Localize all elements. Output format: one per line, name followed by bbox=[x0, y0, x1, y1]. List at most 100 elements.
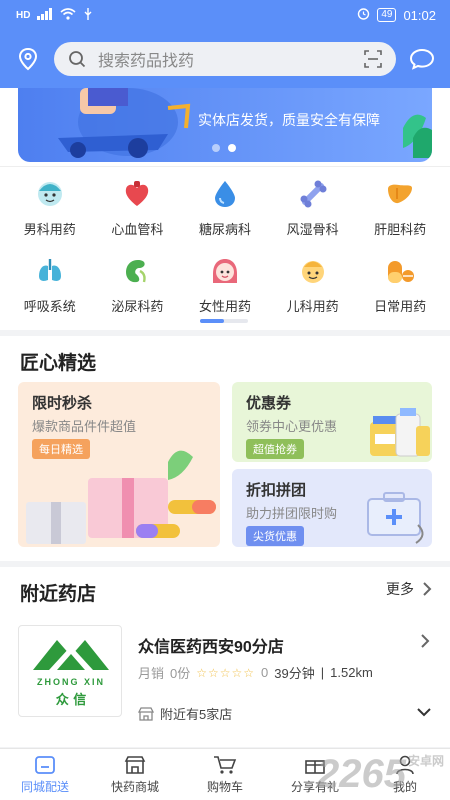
category-label: 风湿骨科 bbox=[286, 222, 339, 237]
card-title: 折扣拼团 bbox=[246, 482, 307, 499]
store-arrow[interactable] bbox=[420, 633, 430, 654]
store-name: 众信医药西安90分店 bbox=[138, 639, 284, 656]
banner-dot-active[interactable] bbox=[228, 144, 236, 152]
woman-face-icon bbox=[208, 254, 242, 288]
tab-label: 快药商城 bbox=[110, 779, 159, 794]
store-icon bbox=[124, 755, 146, 774]
category-cardiology[interactable]: 心血管科 bbox=[95, 167, 179, 238]
category-hepatobiliary[interactable]: 肝胆科药 bbox=[358, 167, 442, 238]
zhongxin-logo-icon: ZHONG XIN 众 信 bbox=[33, 640, 109, 708]
category-label: 心血管科 bbox=[111, 222, 164, 237]
rating-stars-icon: ☆☆☆☆☆ bbox=[196, 665, 256, 680]
store-distance: 1.52km bbox=[330, 665, 373, 680]
sales-label: 月销 bbox=[138, 666, 165, 681]
category-rheumatology[interactable]: 风湿骨科 bbox=[271, 167, 355, 238]
clock: 01:02 bbox=[403, 7, 436, 23]
search-placeholder: 搜索药品找药 bbox=[98, 53, 195, 70]
category-womens-health[interactable]: 女性用药 bbox=[183, 244, 267, 315]
watermark: 2265 安卓网 bbox=[317, 752, 444, 797]
tab-label: 同城配送 bbox=[20, 779, 69, 794]
category-daily-medicine[interactable]: 日常用药 bbox=[358, 244, 442, 315]
location-pin-icon bbox=[18, 47, 38, 71]
home-icon bbox=[35, 755, 55, 774]
network-label: HD bbox=[16, 9, 31, 21]
heart-icon bbox=[120, 177, 154, 211]
location-button[interactable] bbox=[12, 43, 44, 75]
more-label: 更多 bbox=[386, 581, 414, 597]
category-label: 泌尿科药 bbox=[111, 299, 164, 314]
section-title: 附近药店 bbox=[20, 584, 97, 605]
search-icon bbox=[69, 51, 86, 68]
alarm-icon bbox=[357, 7, 370, 23]
battery-level: 49 bbox=[377, 8, 397, 22]
watermark-text: 2265 bbox=[317, 752, 406, 796]
category-label: 日常用药 bbox=[374, 299, 427, 314]
nearby-stores-row[interactable]: 附近有5家店 bbox=[138, 704, 232, 723]
category-page-indicator bbox=[200, 319, 248, 323]
card-subtitle: 爆款商品件件超值 bbox=[32, 419, 137, 434]
tab-local-delivery[interactable]: 同城配送 bbox=[0, 749, 90, 800]
category-row: 男科用药 心血管科 糖尿病科 风湿骨科 肝胆科药 bbox=[0, 167, 450, 238]
card-tag: 尖货优惠 bbox=[246, 526, 304, 546]
scan-icon[interactable] bbox=[364, 50, 382, 68]
category-label: 女性用药 bbox=[198, 299, 251, 314]
chevron-down-icon bbox=[417, 708, 431, 717]
featured-section: 匠心精选 限时秒杀 爆款商品件件超值 每日精选 优惠券 领券中心更优惠 超值抢券 bbox=[0, 336, 450, 561]
top-bar: HD 49 01:02 搜索药品找药 bbox=[0, 0, 450, 88]
card-subtitle: 领券中心更优惠 bbox=[246, 419, 338, 434]
usb-icon bbox=[83, 7, 93, 23]
store-logo: ZHONG XIN 众 信 bbox=[18, 625, 122, 717]
banner-pagination bbox=[212, 144, 236, 152]
category-andrology[interactable]: 男科用药 bbox=[8, 167, 92, 238]
svg-text:ZHONG XIN: ZHONG XIN bbox=[37, 677, 105, 687]
banner-area: 实体店发货，质量安全有保障 bbox=[0, 88, 450, 166]
expand-button[interactable] bbox=[416, 704, 432, 722]
search-bar[interactable]: 搜索药品找药 bbox=[54, 42, 396, 76]
svg-text:众 信: 众 信 bbox=[56, 692, 87, 708]
more-button[interactable]: 更多 bbox=[386, 579, 432, 599]
rating-value: 0 bbox=[261, 665, 269, 680]
lungs-icon bbox=[33, 254, 67, 288]
banner-dot[interactable] bbox=[212, 144, 220, 152]
child-face-icon bbox=[296, 254, 330, 288]
store-card[interactable]: ZHONG XIN 众 信 众信医药西安90分店 月销 0份 ☆☆☆☆☆ 0 3… bbox=[18, 625, 432, 723]
promo-banner[interactable]: 实体店发货，质量安全有保障 bbox=[18, 88, 432, 162]
category-label: 男科用药 bbox=[23, 222, 76, 237]
header: 搜索药品找药 bbox=[0, 30, 450, 88]
sales-value: 0份 bbox=[170, 666, 191, 681]
banner-text: 实体店发货，质量安全有保障 bbox=[198, 112, 380, 128]
cart-icon bbox=[214, 755, 237, 774]
chevron-right-icon bbox=[423, 582, 432, 596]
bone-icon bbox=[296, 177, 330, 211]
kidney-icon bbox=[120, 254, 154, 288]
nearby-count: 附近有5家店 bbox=[160, 707, 233, 722]
blood-drop-icon bbox=[208, 177, 242, 211]
coupon-card[interactable]: 优惠券 领券中心更优惠 超值抢券 bbox=[232, 382, 432, 462]
chat-bubble-icon bbox=[409, 48, 435, 70]
man-face-icon bbox=[33, 177, 67, 211]
nearby-section: 附近药店 更多 ZHONG XIN 众 信 众信医药西安90分店 月销 0份 ☆… bbox=[0, 567, 450, 747]
category-diabetes[interactable]: 糖尿病科 bbox=[183, 167, 267, 238]
liver-icon bbox=[383, 177, 417, 211]
card-subtitle: 助力拼团限时购 bbox=[246, 506, 338, 521]
delivery-time: 39分钟 bbox=[274, 666, 315, 681]
section-title: 匠心精选 bbox=[20, 353, 97, 374]
category-pediatrics[interactable]: 儿科用药 bbox=[271, 244, 355, 315]
wifi-icon bbox=[60, 7, 76, 23]
watermark-suffix: 安卓网 bbox=[407, 754, 444, 768]
card-tag: 超值抢券 bbox=[246, 439, 304, 459]
pills-icon bbox=[383, 254, 417, 288]
status-bar: HD 49 01:02 bbox=[0, 0, 450, 30]
message-button[interactable] bbox=[406, 43, 438, 75]
flash-sale-card[interactable]: 限时秒杀 爆款商品件件超值 每日精选 bbox=[18, 382, 220, 547]
signal-icon bbox=[37, 7, 53, 23]
category-respiratory[interactable]: 呼吸系统 bbox=[8, 244, 92, 315]
tab-cart[interactable]: 购物车 bbox=[180, 749, 270, 800]
category-urology[interactable]: 泌尿科药 bbox=[95, 244, 179, 315]
category-label: 肝胆科药 bbox=[374, 222, 427, 237]
info-divider: | bbox=[320, 665, 325, 680]
tab-pharmacy-mall[interactable]: 快药商城 bbox=[90, 749, 180, 800]
group-buy-card[interactable]: 折扣拼团 助力拼团限时购 尖货优惠 bbox=[232, 469, 432, 547]
category-label: 儿科用药 bbox=[286, 299, 339, 314]
category-label: 糖尿病科 bbox=[198, 222, 251, 237]
